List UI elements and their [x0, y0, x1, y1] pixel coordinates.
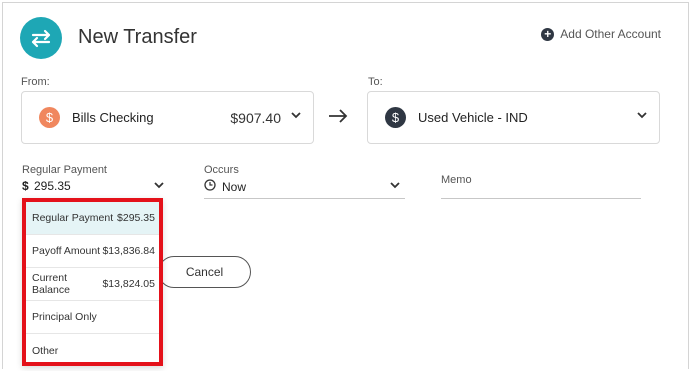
- occurs-select[interactable]: Now: [204, 178, 246, 196]
- dropdown-option[interactable]: Other: [26, 334, 159, 362]
- memo-input[interactable]: [441, 198, 641, 199]
- from-account-name: Bills Checking: [72, 110, 154, 125]
- dropdown-option[interactable]: Current Balance $13,824.05: [26, 268, 159, 301]
- option-label: Payoff Amount: [32, 245, 101, 257]
- to-account-select[interactable]: $ Used Vehicle - IND: [367, 91, 660, 144]
- to-label: To:: [368, 76, 383, 88]
- occurs-value: Now: [222, 180, 247, 194]
- dropdown-option[interactable]: Regular Payment $295.35: [26, 202, 159, 235]
- dropdown-option[interactable]: Principal Only: [26, 301, 159, 334]
- page-title: New Transfer: [78, 26, 197, 48]
- cancel-label: Cancel: [185, 265, 224, 279]
- option-value: $13,836.84: [102, 245, 155, 257]
- transfer-arrows-icon: [20, 17, 62, 59]
- chevron-down-icon: [637, 110, 647, 122]
- payment-amount: 295.35: [34, 179, 71, 193]
- option-value: $13,824.05: [102, 278, 155, 290]
- from-account-balance: $907.40: [230, 110, 281, 126]
- to-account-name: Used Vehicle - IND: [418, 110, 528, 125]
- option-label: Regular Payment: [32, 212, 114, 224]
- add-other-account-label: Add Other Account: [560, 27, 661, 41]
- from-label: From:: [21, 76, 50, 88]
- payment-type-dropdown: Regular Payment $295.35 Payoff Amount $1…: [22, 198, 163, 366]
- dropdown-option[interactable]: Payoff Amount $13,836.84: [26, 235, 159, 268]
- memo-label: Memo: [441, 174, 472, 186]
- dollar-icon: $: [39, 107, 60, 128]
- cancel-button[interactable]: Cancel: [158, 256, 251, 288]
- from-account-select[interactable]: $ Bills Checking $907.40: [21, 91, 314, 144]
- option-label: Current Balance: [32, 272, 70, 296]
- option-value: $295.35: [117, 212, 155, 224]
- occurs-label: Occurs: [204, 164, 239, 176]
- payment-type-chevron-icon[interactable]: [154, 180, 164, 192]
- dollar-icon: $: [385, 107, 406, 128]
- currency-symbol: $: [22, 179, 29, 193]
- occurs-chevron-icon[interactable]: [390, 180, 400, 192]
- arrow-right-icon: [328, 106, 348, 129]
- option-label: Principal Only: [32, 311, 97, 323]
- chevron-down-icon: [291, 110, 301, 122]
- clock-icon: [204, 178, 216, 196]
- occurs-underline: [204, 198, 405, 199]
- add-other-account-button[interactable]: + Add Other Account: [541, 27, 661, 41]
- payment-type-label: Regular Payment: [22, 164, 107, 176]
- plus-circle-icon: +: [541, 27, 555, 41]
- option-label: Other: [32, 344, 59, 357]
